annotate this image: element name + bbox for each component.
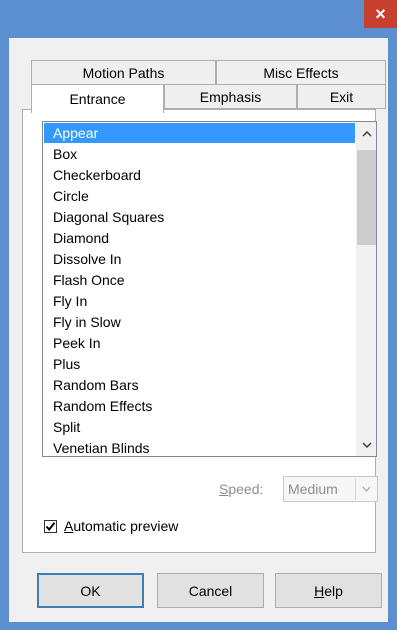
- speed-select[interactable]: Medium: [283, 476, 378, 502]
- tab-label: Emphasis: [199, 88, 262, 105]
- scroll-down-arrow[interactable]: [356, 435, 376, 455]
- cancel-button-label: Cancel: [188, 582, 233, 599]
- tab-label: Motion Paths: [82, 64, 165, 81]
- automatic-preview-checkbox[interactable]: [44, 520, 57, 533]
- scroll-up-arrow[interactable]: [356, 124, 376, 144]
- list-item[interactable]: Venetian Blinds: [44, 438, 355, 456]
- title-bar[interactable]: ×: [0, 0, 397, 38]
- chevron-up-icon: [361, 131, 372, 137]
- list-item[interactable]: Dissolve In: [44, 249, 355, 269]
- chevron-down-icon: [361, 442, 372, 448]
- close-button[interactable]: ×: [364, 0, 397, 28]
- speed-label: Speed:: [219, 481, 264, 497]
- speed-dropdown-button[interactable]: [355, 478, 376, 500]
- automatic-preview-label[interactable]: Automatic preview: [64, 518, 178, 534]
- chevron-down-icon: [362, 486, 370, 492]
- list-item[interactable]: Appear: [44, 123, 355, 143]
- list-scrollbar[interactable]: [356, 122, 376, 456]
- speed-value: Medium: [288, 481, 338, 497]
- tab-motion-paths[interactable]: Motion Paths: [31, 60, 216, 85]
- tab-exit[interactable]: Exit: [297, 84, 386, 109]
- cancel-button[interactable]: Cancel: [157, 573, 264, 608]
- tab-label: Misc Effects: [263, 64, 339, 81]
- ok-button[interactable]: OK: [37, 573, 144, 608]
- tab-misc-effects[interactable]: Misc Effects: [216, 60, 386, 85]
- scroll-thumb[interactable]: [357, 150, 376, 245]
- help-button-label: Help: [314, 582, 343, 599]
- list-item[interactable]: Checkerboard: [44, 165, 355, 185]
- list-item[interactable]: Random Bars: [44, 375, 355, 395]
- list-item[interactable]: Plus: [44, 354, 355, 374]
- tab-emphasis[interactable]: Emphasis: [164, 84, 297, 109]
- list-item[interactable]: Fly In: [44, 291, 355, 311]
- list-item[interactable]: Box: [44, 144, 355, 164]
- ok-button-label: OK: [80, 582, 101, 599]
- tab-label: Entrance: [69, 91, 126, 107]
- close-icon: ×: [375, 3, 386, 24]
- list-item[interactable]: Circle: [44, 186, 355, 206]
- list-item[interactable]: Diamond: [44, 228, 355, 248]
- tab-label: Exit: [329, 88, 354, 105]
- list-item[interactable]: Fly in Slow: [44, 312, 355, 332]
- list-item[interactable]: Split: [44, 417, 355, 437]
- list-item[interactable]: Diagonal Squares: [44, 207, 355, 227]
- list-item[interactable]: Flash Once: [44, 270, 355, 290]
- tab-entrance[interactable]: Entrance: [31, 84, 164, 113]
- list-item[interactable]: Peek In: [44, 333, 355, 353]
- list-item[interactable]: Random Effects: [44, 396, 355, 416]
- help-button[interactable]: Help: [275, 573, 382, 608]
- checkmark-icon: [45, 522, 56, 532]
- effects-listbox[interactable]: Appear Box Checkerboard Circle Diagonal …: [42, 121, 377, 457]
